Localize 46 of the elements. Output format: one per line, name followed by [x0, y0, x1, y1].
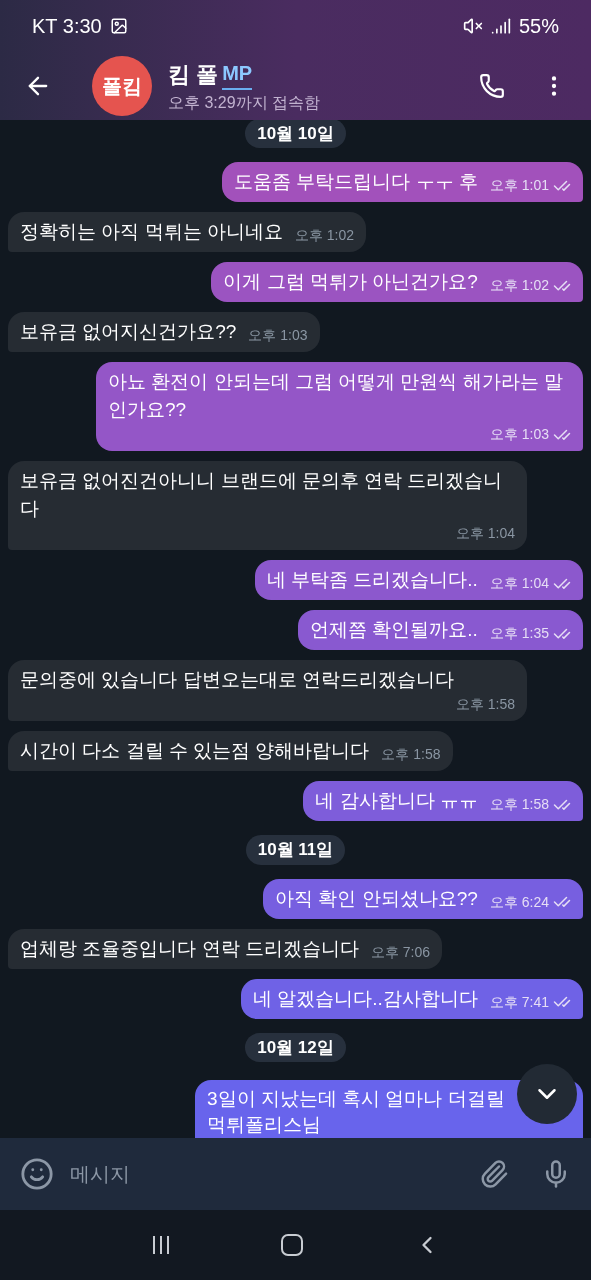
- call-button[interactable]: [479, 73, 505, 99]
- home-icon[interactable]: [280, 1233, 305, 1257]
- message-text: 정확히는 아직 먹튀는 아니네요: [20, 220, 283, 244]
- message-text: 아직 확인 안되셨나요??: [275, 886, 478, 911]
- status-time: KT 3:30: [32, 14, 102, 39]
- mute-icon: [462, 16, 483, 36]
- message-text: 네 부탁좀 드리겠습니다..: [266, 568, 478, 592]
- message-text: 업체랑 조율중입니다 연락 드리겠습니다: [20, 936, 359, 961]
- message-time: 오후 1:58: [489, 795, 549, 814]
- message-text: 네 알겠습니다..감사합니다: [253, 986, 478, 1011]
- message-time: 오후 1:03: [248, 326, 308, 345]
- message-text: 도움좀 부탁드립니다 ㅜㅜ 후: [234, 170, 478, 194]
- emoji-button[interactable]: [20, 1157, 54, 1191]
- message-text: 시간이 다소 걸릴 수 있는점 양해바랍니다: [20, 739, 370, 763]
- message-time: 오후 1:02: [489, 276, 549, 295]
- avatar: 폴킴: [92, 56, 152, 116]
- battery-level: 55%: [518, 14, 559, 39]
- last-seen: 오후 3:29까지 접속함: [168, 92, 321, 113]
- gallery-icon: [109, 17, 128, 35]
- message-time: 오후 1:02: [294, 226, 354, 245]
- signal-icon: [490, 16, 511, 36]
- message-time: 오후 1:58: [381, 745, 441, 764]
- message-text: 문의중에 있습니다 답변오는대로 연락드리겠습니다: [20, 668, 454, 692]
- message-time: 오후 1:04: [489, 574, 549, 593]
- message-time: 오후 1:03: [489, 425, 549, 444]
- message-time: 오후 6:24: [489, 892, 549, 912]
- message-text: 네 감사합니다 ㅠㅠ: [315, 789, 478, 813]
- name-badge: MP: [222, 58, 253, 90]
- message-time: 오후 1:04: [455, 524, 515, 543]
- message-text: 3일이 지났는데 혹시 얼마나 더걸릴: [207, 1087, 506, 1111]
- message-time: 오후 7:41: [489, 992, 549, 1012]
- date-pill: 10월 10일: [245, 120, 346, 148]
- message-text: 언제쯤 확인될까요..: [310, 618, 478, 642]
- message-time: 오후 1:01: [489, 176, 549, 195]
- message-text: 아뇨 환전이 안되는데 그럼 어떻게 만원씩 해가라는 말인가요??: [108, 370, 564, 422]
- message-text: 먹튀폴리스님: [207, 1113, 322, 1137]
- message-text: 보유금 없어진건아니니 브랜드에 문의후 연락 드리겠습니다: [20, 469, 504, 521]
- message-time: 오후 1:58: [455, 695, 515, 714]
- contact-name: 킴 폴: [168, 60, 219, 89]
- date-pill: 10월 12일: [245, 1032, 346, 1062]
- message-time: 오후 7:06: [370, 942, 430, 962]
- message-text: 보유금 없어지신건가요??: [20, 320, 237, 344]
- message-time: 오후 1:35: [489, 624, 549, 643]
- attach-button[interactable]: [479, 1159, 509, 1189]
- date-pill: 10월 11일: [245, 835, 346, 865]
- message-text: 이게 그럼 먹튀가 아닌건가요?: [223, 270, 478, 294]
